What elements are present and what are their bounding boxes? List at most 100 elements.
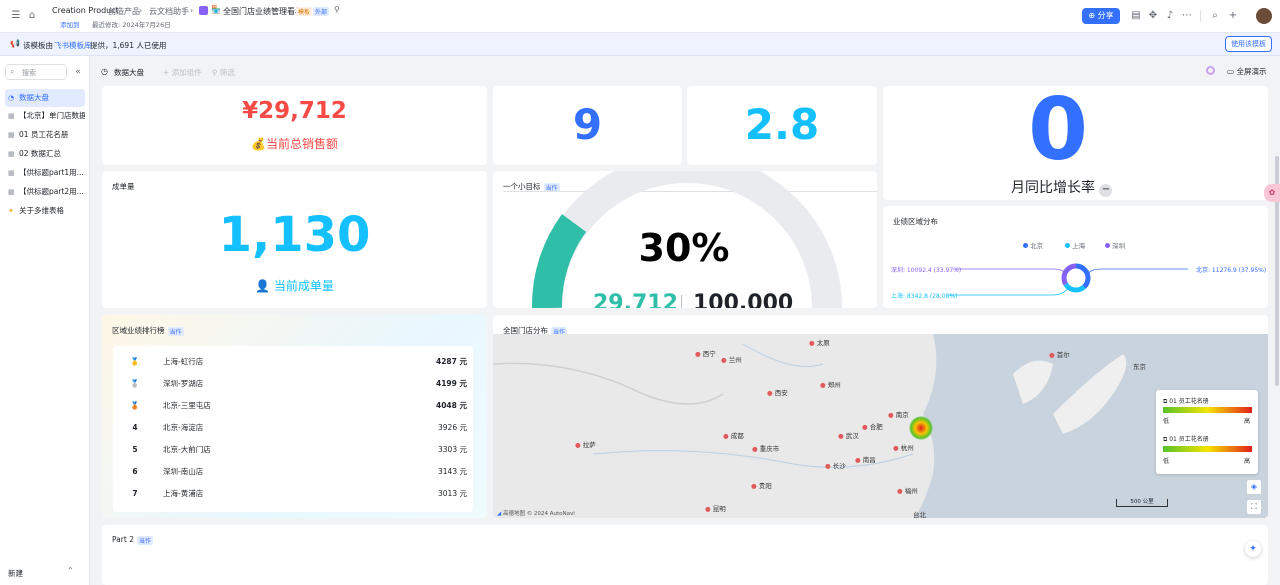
share-button[interactable]: ⊕ 分享: [1082, 8, 1120, 24]
template-library-link[interactable]: 飞书模板库: [54, 40, 92, 51]
chevron-up-icon[interactable]: ⌃: [67, 566, 74, 575]
map-city-seoul: ● 首尔: [1049, 351, 1070, 359]
sidebar-item-part2[interactable]: ▦ 【供标题part2用...: [5, 183, 85, 201]
notice-suffix: 提供，1,691 人已使用: [90, 41, 167, 50]
puzzle-icon[interactable]: ✥: [1146, 9, 1160, 23]
doc-tag-external: 外部: [313, 7, 330, 16]
map-city-lhasa: ● 拉萨: [575, 441, 596, 449]
sidebar-item-part1[interactable]: ▦ 【供标题part1用...: [5, 164, 85, 182]
kpi-28-value: 2.8: [744, 100, 820, 149]
map-city-taiyuan: ● 太原: [809, 339, 830, 347]
sidebar-item-summary[interactable]: ▦ 02 数据汇总: [5, 145, 85, 163]
collapse-sidebar-icon[interactable]: «: [71, 65, 85, 79]
ai-assistant-icon[interactable]: ✦: [1245, 541, 1261, 557]
megaphone-icon: 📢: [10, 39, 20, 48]
map-city-fuzhou: ● 福州: [897, 487, 918, 495]
total-sales-value: ¥29,712: [242, 98, 347, 124]
ranking-card[interactable]: 区域业绩排行榜 当作 🥇 上海-虹行店 4287 元 🥈 深圳-罗湖店 4199 元 🥉 北…: [102, 315, 487, 518]
sidebar-item-dashboard[interactable]: ◔ 数据大盘: [5, 89, 85, 107]
avatar[interactable]: [1256, 8, 1272, 24]
menu-icon[interactable]: ☰: [9, 9, 23, 23]
part2-title: Part 2 当作: [112, 535, 153, 545]
heat-gradient-2: [1163, 446, 1252, 452]
map-layer-1: ⧉ 01 员工花名册: [1163, 398, 1209, 405]
total-sales-card[interactable]: ¥29,712 💰当前总销售额: [102, 86, 487, 165]
table-icon: ▦: [8, 131, 15, 139]
map-card[interactable]: 全国门店分布 当作 ● 西宁 ● 兰州 ● 太原 ● 郑州 ● 西安 ● 南京 ●…: [493, 315, 1268, 518]
map-copyright: ◢ 高德地图 © 2024 AutoNavi: [497, 511, 575, 517]
map-city-zhengzhou: ● 郑州: [820, 381, 841, 389]
dashboard-title: 数据大盘: [114, 68, 144, 77]
base-icon: [199, 6, 208, 15]
fullscreen-button[interactable]: ▭ 全屏演示: [1227, 66, 1266, 77]
part2-card[interactable]: Part 2 当作 ✦: [102, 525, 1268, 585]
heat-gradient-1: [1163, 407, 1252, 413]
expand-icon[interactable]: ⛶: [1247, 500, 1261, 514]
kpi-9-card[interactable]: 9: [493, 86, 682, 165]
doc-tag-template: 模板: [296, 7, 313, 16]
map-city-chengdu: ● 成都: [723, 432, 744, 440]
map-city-taipei: 台北: [913, 511, 926, 518]
label-shanghai: 上海: 8342.8 (28.08%): [891, 293, 958, 300]
gold-medal-icon: 🥇: [130, 357, 140, 366]
table-icon: ▦: [8, 112, 15, 120]
document-icon[interactable]: ▤: [1129, 9, 1143, 23]
pin-icon[interactable]: ⚲: [334, 5, 340, 14]
notice-prefix: 该模板由: [23, 41, 53, 50]
table-icon: ▦: [8, 150, 15, 158]
new-button[interactable]: 新建: [8, 568, 23, 579]
sidebar: ⌕ 搜索 « ◔ 数据大盘 ▦ 【北京】单门店数据 ▦ 01 员工花名册 ▦ 02 数据…: [0, 56, 90, 585]
heat-spot: [909, 416, 933, 440]
filter-button[interactable]: ⚲ 筛选: [212, 67, 235, 78]
top-bar: ☰ ⌂ Creation Product 创造产品 › 云文档助手 › 🏪 全国…: [0, 0, 1280, 33]
add-component-button[interactable]: + 添加组件: [163, 67, 202, 78]
label-beijing: 北京: 11276.9 (37.95%): [1196, 267, 1267, 274]
map-city-xining: ● 西宁: [695, 350, 716, 358]
search-input[interactable]: ⌕ 搜索: [5, 64, 67, 80]
ranking-panel: 🥇 上海-虹行店 4287 元 🥈 深圳-罗湖店 4199 元 🥉 北京-三里屯店 4048…: [113, 346, 473, 512]
bell-icon[interactable]: ♪: [1163, 9, 1177, 23]
region-card[interactable]: 业绩区域分布 北京 上海 深圳 深圳: 10092.4 (33.97%) 北京:…: [883, 206, 1268, 308]
search-icon[interactable]: ⌕: [1208, 9, 1222, 23]
money-bag-icon: 💰: [251, 137, 266, 151]
legend-low-2: 低: [1163, 458, 1170, 465]
ranking-title: 区域业绩排行榜 当作: [112, 326, 184, 336]
map-city-hefei: ● 合肥: [862, 423, 883, 431]
breadcrumb-assistant[interactable]: 云文档助手: [149, 6, 189, 17]
map-city-nanchang: ● 南昌: [855, 456, 876, 464]
more-icon[interactable]: ⋯: [1180, 9, 1194, 23]
layers-toggle-icon[interactable]: ◈: [1247, 480, 1261, 494]
search-placeholder: 搜索: [22, 69, 36, 77]
map-city-changsha: ● 长沙: [825, 462, 846, 470]
mom-growth-card[interactable]: 0 月同比增长率 −: [883, 86, 1268, 200]
map-scale: 500 公里: [1116, 499, 1168, 507]
sidebar-item-about[interactable]: ✦ 关于多维表格: [5, 202, 85, 220]
minus-icon: −: [1099, 184, 1113, 197]
orders-card[interactable]: 成单量 1,130 👤 当前成单量: [102, 171, 487, 308]
goal-card[interactable]: 一个小目标 当作 30% 29,712 100,000: [493, 171, 877, 308]
plus-icon[interactable]: +: [1226, 9, 1240, 23]
map-canvas[interactable]: ● 西宁 ● 兰州 ● 太原 ● 郑州 ● 西安 ● 南京 ● 合肥 ● 武汉 …: [493, 334, 1268, 518]
map-layer-2: ⧉ 01 员工花名册: [1163, 436, 1209, 443]
add-to-link[interactable]: 添加到: [60, 19, 80, 29]
map-city-xian: ● 西安: [767, 389, 788, 397]
table-row: 6 深圳-南山店 3143 元: [132, 467, 467, 476]
map-logo-icon: ◢: [497, 511, 502, 517]
floating-helper-icon[interactable]: ✿: [1264, 184, 1280, 202]
map-city-kunming: ● 昆明: [705, 505, 726, 513]
legend-low-1: 低: [1163, 418, 1170, 425]
table-row: 🥇 上海-虹行店 4287 元: [127, 351, 467, 373]
home-icon[interactable]: ⌂: [25, 9, 39, 23]
sidebar-item-roster[interactable]: ▦ 01 员工花名册: [5, 126, 85, 144]
label-shenzhen: 深圳: 10092.4 (33.97%): [891, 267, 962, 274]
kpi-28-card[interactable]: 2.8: [687, 86, 877, 165]
dashboard-icon: ◔: [8, 94, 15, 102]
sparkle-icon: ✦: [8, 207, 14, 215]
doc-title[interactable]: 全国门店业绩管理看板: [223, 6, 303, 17]
goal-current: 29,712: [593, 291, 678, 308]
map-city-hangzhou: ● 杭州: [893, 444, 914, 452]
mom-growth-label: 月同比增长率 −: [1011, 177, 1113, 197]
use-template-button[interactable]: 使用该模板: [1225, 36, 1272, 52]
sidebar-item-beijing-store[interactable]: ▦ 【北京】单门店数据: [5, 107, 85, 125]
breadcrumb-product-cn[interactable]: 创造产品: [108, 6, 140, 17]
